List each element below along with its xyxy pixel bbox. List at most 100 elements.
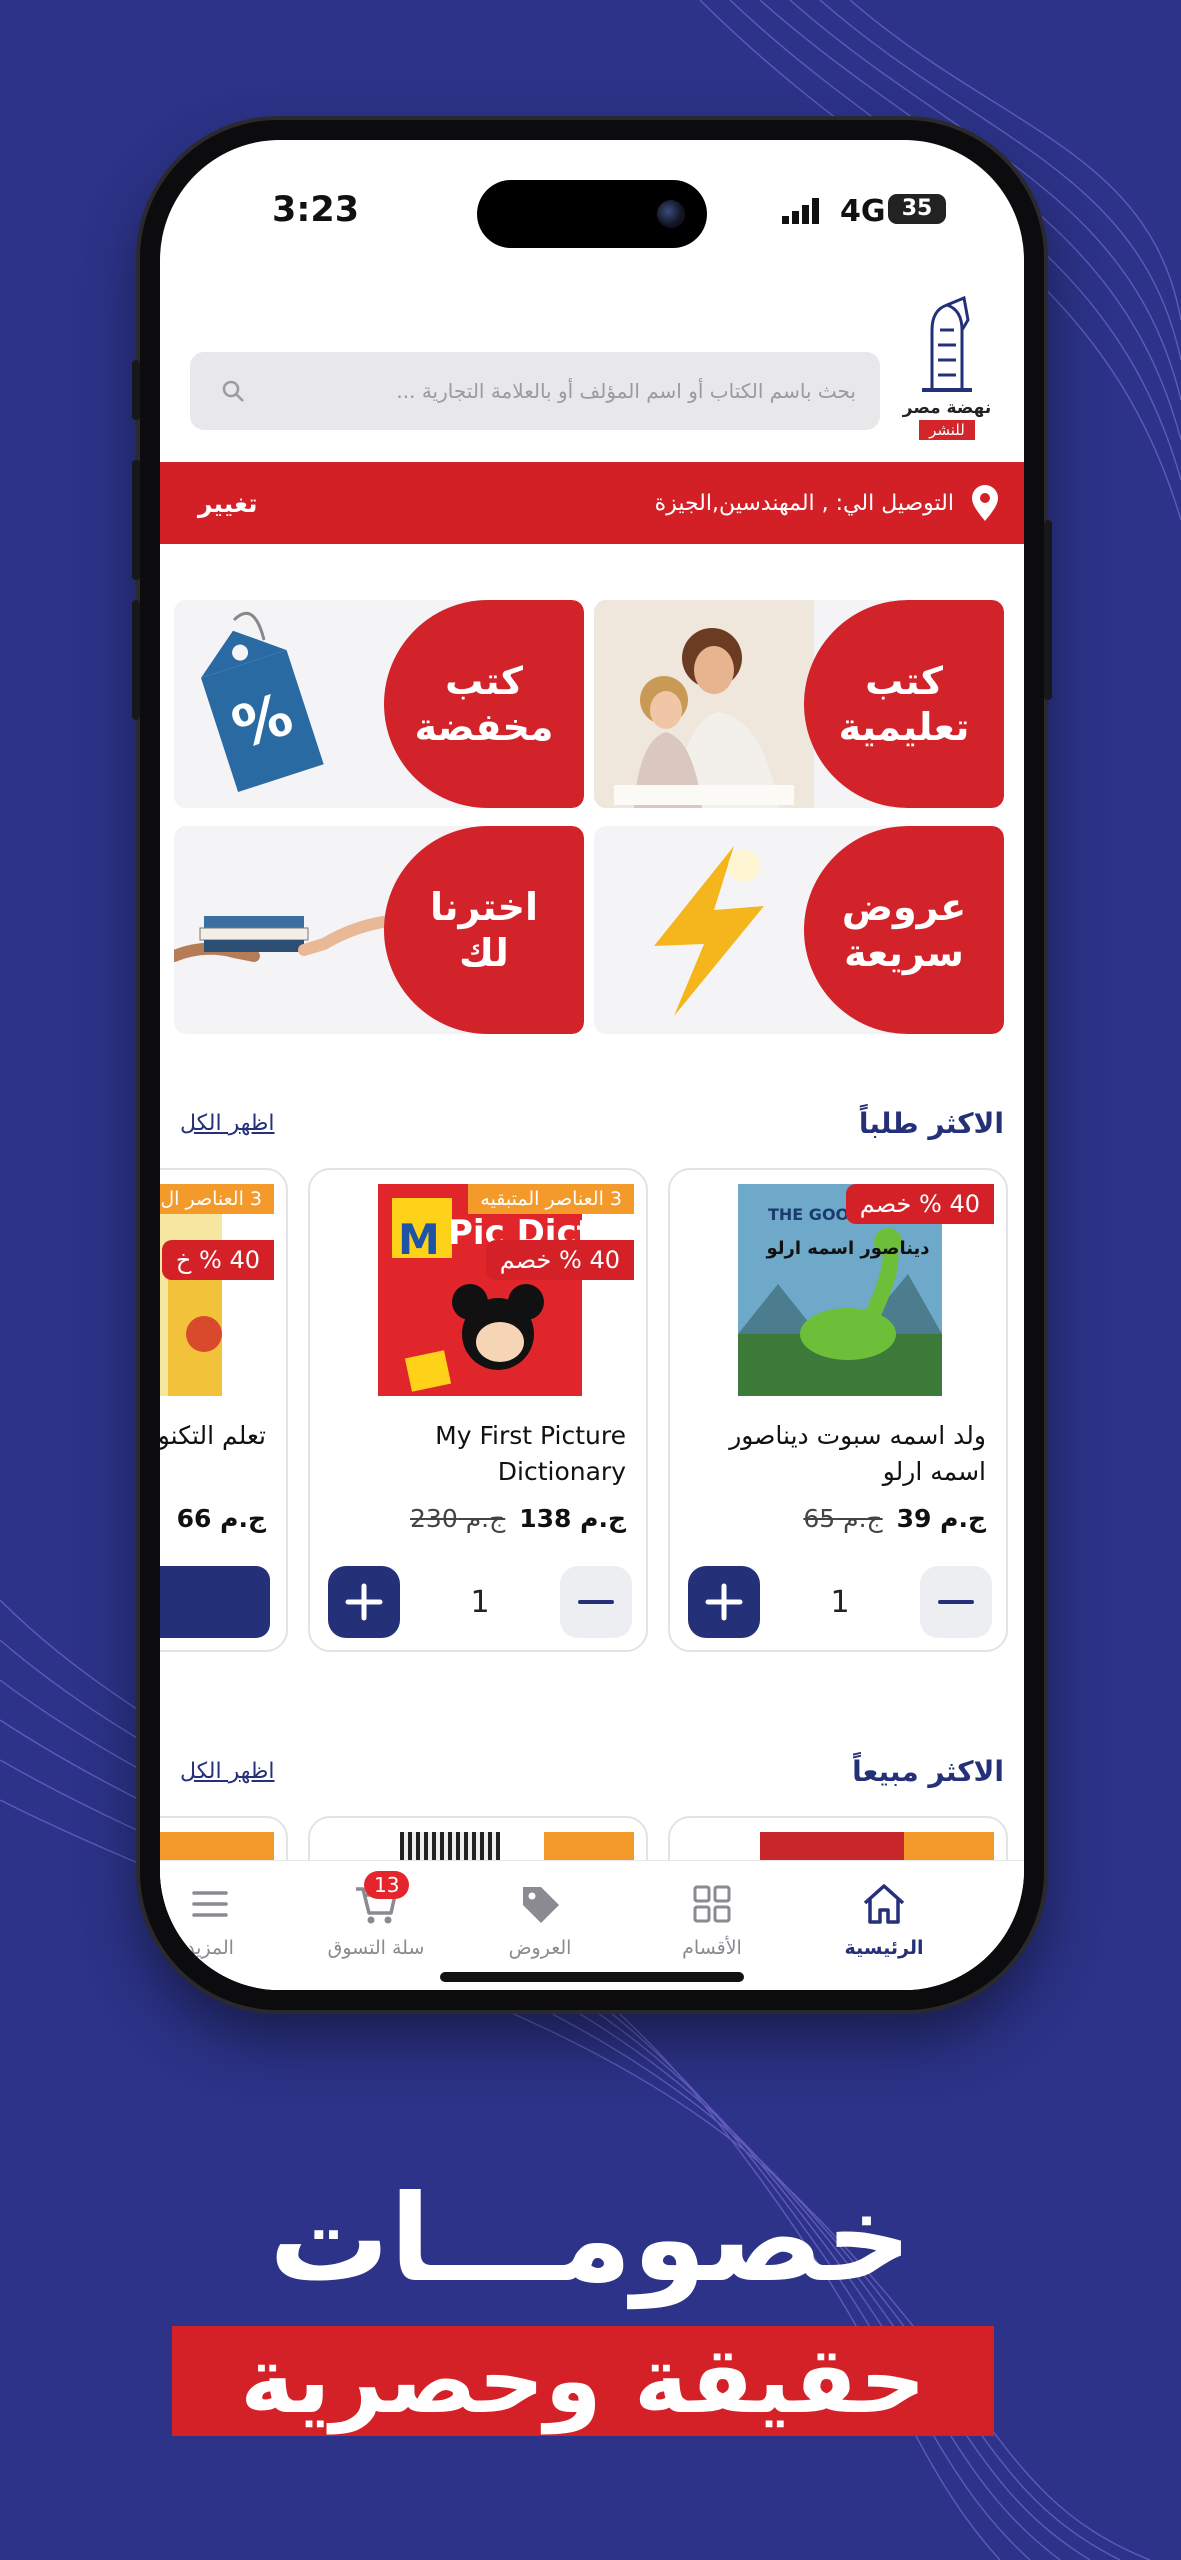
menu-icon	[192, 1891, 228, 1917]
banner-label: عروض سريعة	[804, 826, 1004, 1034]
banner-label: كتب تعليمية	[804, 600, 1004, 808]
quantity-stepper: 1	[688, 1566, 992, 1638]
product-name: My First Picture Dictionary	[435, 1421, 626, 1486]
nav-more-label: المزيد	[186, 1937, 234, 1959]
delivery-label: التوصيل الي: , المهندسين,الجيزة	[654, 490, 954, 516]
price-current: ج.م 66	[176, 1504, 266, 1533]
nav-cart-label: سلة التسوق	[327, 1937, 425, 1959]
phone-frame: 3:23 4G 35 نهضة مصر للنشر بحث باسم الكتا…	[132, 120, 1052, 2010]
logo-line2: للنشر	[919, 420, 975, 440]
nav-home[interactable]: الرئيسية	[814, 1879, 954, 1959]
banner-line1: كتب	[865, 659, 943, 703]
delivery-location[interactable]: التوصيل الي: , المهندسين,الجيزة	[655, 484, 1000, 522]
section-title: الاكثر طلباً	[858, 1106, 1004, 1140]
quantity-value: 1	[830, 1584, 850, 1620]
banner-educational-books[interactable]: كتب تعليمية	[594, 600, 1004, 808]
product-name: تعلم التكنولو	[160, 1421, 266, 1450]
section-best-selling-header: اظهر الكل الاكثر مبيعاً	[180, 1746, 1004, 1796]
hands-passing-books-image	[174, 915, 394, 962]
percent-tag-icon: %	[200, 611, 324, 793]
section-most-requested-header: اظهر الكل الاكثر طلباً	[180, 1098, 1004, 1148]
product-name: ولد اسمه سبوت ديناصور اسمه ارلو	[729, 1421, 986, 1486]
grid-icon	[693, 1885, 731, 1923]
stock-badge	[544, 1832, 634, 1862]
product-price: ج.م 39 ج.م 65	[803, 1504, 986, 1533]
home-indicator	[440, 1972, 744, 1982]
stock-badge: 3 العناصر ال	[160, 1184, 274, 1214]
signal-icon	[782, 198, 819, 224]
price-current: ج.م 39	[896, 1504, 986, 1533]
decrease-quantity-button[interactable]	[560, 1566, 632, 1638]
power-button	[1044, 520, 1052, 700]
location-pin-icon	[972, 485, 998, 521]
banner-line1: كتب	[445, 659, 523, 703]
nav-categories-label: الأقسام	[682, 1937, 742, 1959]
camera-icon	[657, 200, 685, 228]
stock-badge	[904, 1832, 994, 1862]
quantity-stepper: 1	[328, 1566, 632, 1638]
nav-more[interactable]: المزيد	[160, 1879, 280, 1959]
status-time: 3:23	[272, 190, 360, 230]
product-price: ج.م 138 ج.م 230	[410, 1504, 626, 1533]
network-type: 4G	[840, 194, 886, 229]
book-cover-technology	[160, 1184, 222, 1396]
bottom-navigation: الرئيسية الأقسام العروض 13 سلة التسوق ال…	[160, 1860, 1024, 1990]
section-title: الاكثر مبيعاً	[852, 1754, 1004, 1788]
volume-up-button	[132, 460, 140, 580]
book-cover-picture-dictionary: M Pic Dicti	[378, 1184, 582, 1396]
banner-line1: اخترنا	[429, 885, 539, 929]
banner-line2: سريعة	[844, 931, 964, 975]
price-original: ج.م 65	[803, 1504, 883, 1533]
battery-icon: 35	[888, 194, 946, 224]
svg-text:M: M	[398, 1215, 440, 1264]
banner-line2: لك	[459, 931, 509, 975]
promo-headline: خصومـــات	[269, 2170, 912, 2309]
nav-offers[interactable]: العروض	[470, 1879, 610, 1959]
nav-home-label: الرئيسية	[844, 1937, 924, 1959]
show-all-link[interactable]: اظهر الكل	[180, 1759, 275, 1784]
show-all-link[interactable]: اظهر الكل	[180, 1111, 275, 1136]
product-card[interactable]: M Pic Dicti 3 العناصر المتبقيه 40 % خصم …	[308, 1168, 648, 1652]
decrease-quantity-button[interactable]	[920, 1566, 992, 1638]
increase-quantity-button[interactable]	[688, 1566, 760, 1638]
delivery-bar: التوصيل الي: , المهندسين,الجيزة تغيير	[160, 462, 1024, 544]
banner-label: كتب مخفضة	[384, 600, 584, 808]
product-price: ج.م 66	[177, 1504, 266, 1533]
increase-quantity-button[interactable]	[328, 1566, 400, 1638]
minus-icon	[578, 1600, 614, 1604]
discount-badge: 40 % خ	[161, 1240, 274, 1280]
tag-icon	[523, 1887, 559, 1923]
banner-flash-offers[interactable]: عروض سريعة	[594, 826, 1004, 1034]
search-input[interactable]: بحث باسم الكتاب أو اسم المؤلف أو بالعلام…	[190, 352, 880, 430]
banner-discounted-books[interactable]: % كتب مخفضة	[174, 600, 584, 808]
statue-logo-icon	[922, 295, 972, 392]
publisher-logo[interactable]: نهضة مصر للنشر	[894, 290, 1000, 450]
dynamic-island	[477, 180, 707, 248]
price-current: ج.م 138	[519, 1504, 626, 1533]
volume-down-button	[132, 600, 140, 720]
banner-line1: عروض	[841, 885, 967, 929]
search-icon	[222, 380, 244, 402]
add-to-cart-button[interactable]: أ	[160, 1566, 270, 1638]
banner-picked-for-you[interactable]: اخترنا لك	[174, 826, 584, 1034]
logo-line1: نهضة مصر	[902, 398, 992, 418]
banner-line2: تعليمية	[838, 705, 970, 749]
price-original: ج.م 230	[410, 1504, 506, 1533]
cart-count-badge: 13	[364, 1871, 410, 1899]
cover-subtitle: دیناصور اسمه ارلو	[765, 1238, 929, 1259]
nav-categories[interactable]: الأقسام	[642, 1879, 782, 1959]
banner-line2: مخفضة	[414, 705, 554, 749]
lightning-bolt-icon	[654, 846, 764, 1016]
product-card[interactable]: 3 العناصر ال 40 % خ تعلم التكنولو ج.م 66…	[160, 1168, 288, 1652]
plus-icon	[345, 1583, 383, 1621]
product-card[interactable]: THE GOOD DINOSAUR دیناصور اسمه ارلو 40 %…	[668, 1168, 1008, 1652]
change-location-button[interactable]: تغيير	[198, 489, 257, 518]
promo-subheadline: حقيقة وحصرية	[172, 2326, 994, 2436]
banner-label: اخترنا لك	[384, 826, 584, 1034]
mother-child-reading-image	[594, 600, 814, 808]
action-button	[132, 360, 140, 420]
search-placeholder: بحث باسم الكتاب أو اسم المؤلف أو بالعلام…	[396, 379, 856, 403]
plus-icon	[705, 1583, 743, 1621]
nav-cart[interactable]: 13 سلة التسوق	[306, 1871, 446, 1959]
minus-icon	[938, 1600, 974, 1604]
